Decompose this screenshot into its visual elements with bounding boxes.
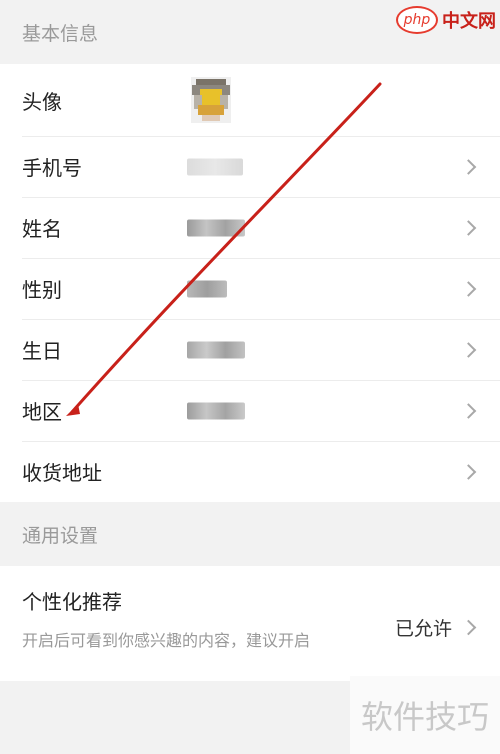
php-logo-icon: php (396, 6, 438, 34)
row-avatar[interactable]: 头像 (0, 64, 500, 136)
row-label-gender: 性别 (22, 278, 62, 302)
pref-status: 已允许 (394, 618, 452, 640)
phone-value-blurred (187, 158, 243, 175)
watermark-bottom-text: 软件技巧 (360, 698, 489, 736)
region-value-blurred (187, 402, 245, 419)
row-label-birthday: 生日 (22, 339, 62, 363)
chevron-right-icon (460, 463, 477, 480)
row-label-address: 收货地址 (22, 461, 102, 485)
row-birthday[interactable]: 生日 (0, 319, 500, 380)
row-label-phone: 手机号 (22, 156, 82, 180)
row-name[interactable]: 姓名 (0, 197, 500, 258)
watermark-php-cn: php 中文网 (396, 0, 496, 40)
row-address[interactable]: 收货地址 (0, 441, 500, 502)
basic-info-card: 头像 手机号 姓名 性别 生日 地区 收货地址 (0, 64, 500, 502)
row-label-avatar: 头像 (22, 89, 62, 114)
row-gender[interactable]: 性别 (0, 258, 500, 319)
row-label-region: 地区 (22, 400, 62, 424)
row-label-name: 姓名 (22, 217, 62, 241)
gender-value-blurred (187, 280, 227, 297)
watermark-bottom: 软件技巧 (350, 676, 500, 754)
name-value-blurred (187, 219, 245, 236)
pref-description: 开启后可看到你感兴趣的内容，建议开启 (22, 631, 311, 650)
row-region[interactable]: 地区 (0, 380, 500, 441)
birthday-value-blurred (187, 341, 245, 358)
chevron-right-icon (460, 402, 477, 419)
row-phone[interactable]: 手机号 (0, 136, 500, 197)
avatar-image[interactable] (186, 75, 236, 125)
row-personalized-recommendation[interactable]: 个性化推荐 开启后可看到你感兴趣的内容，建议开启 已允许 (0, 566, 500, 681)
chevron-right-icon (460, 341, 477, 358)
pref-title: 个性化推荐 (22, 590, 122, 614)
section-title-general: 通用设置 (22, 524, 99, 547)
chevron-right-icon (460, 619, 477, 636)
watermark-site-text: 中文网 (442, 11, 496, 32)
section-title-basic: 基本信息 (22, 22, 99, 45)
chevron-right-icon (460, 280, 477, 297)
chevron-right-icon (460, 219, 477, 236)
chevron-right-icon (460, 158, 477, 175)
section-header-general: 通用设置 (0, 502, 500, 566)
